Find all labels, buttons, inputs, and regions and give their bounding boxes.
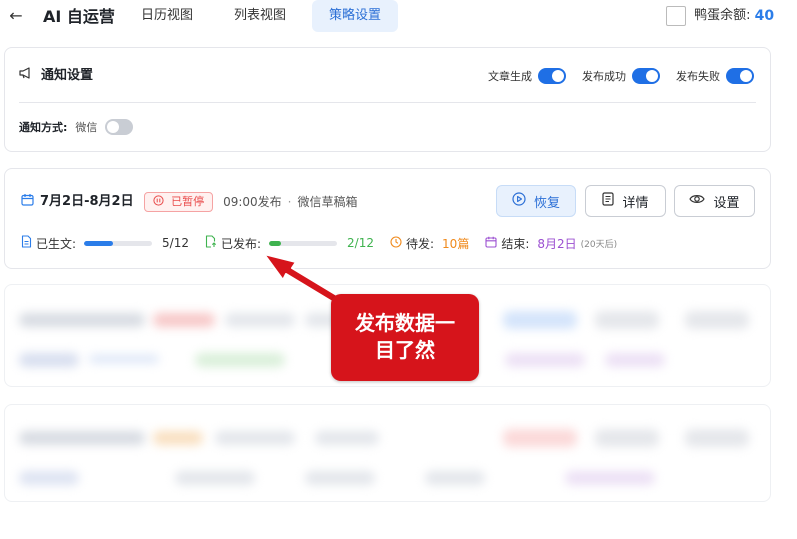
callout-line-1: 发布数据一 [355,311,455,335]
annotation-arrow [263,253,346,307]
callout-line-2: 目了然 [375,338,435,362]
annotation-callout: 发布数据一 目了然 [331,294,479,381]
